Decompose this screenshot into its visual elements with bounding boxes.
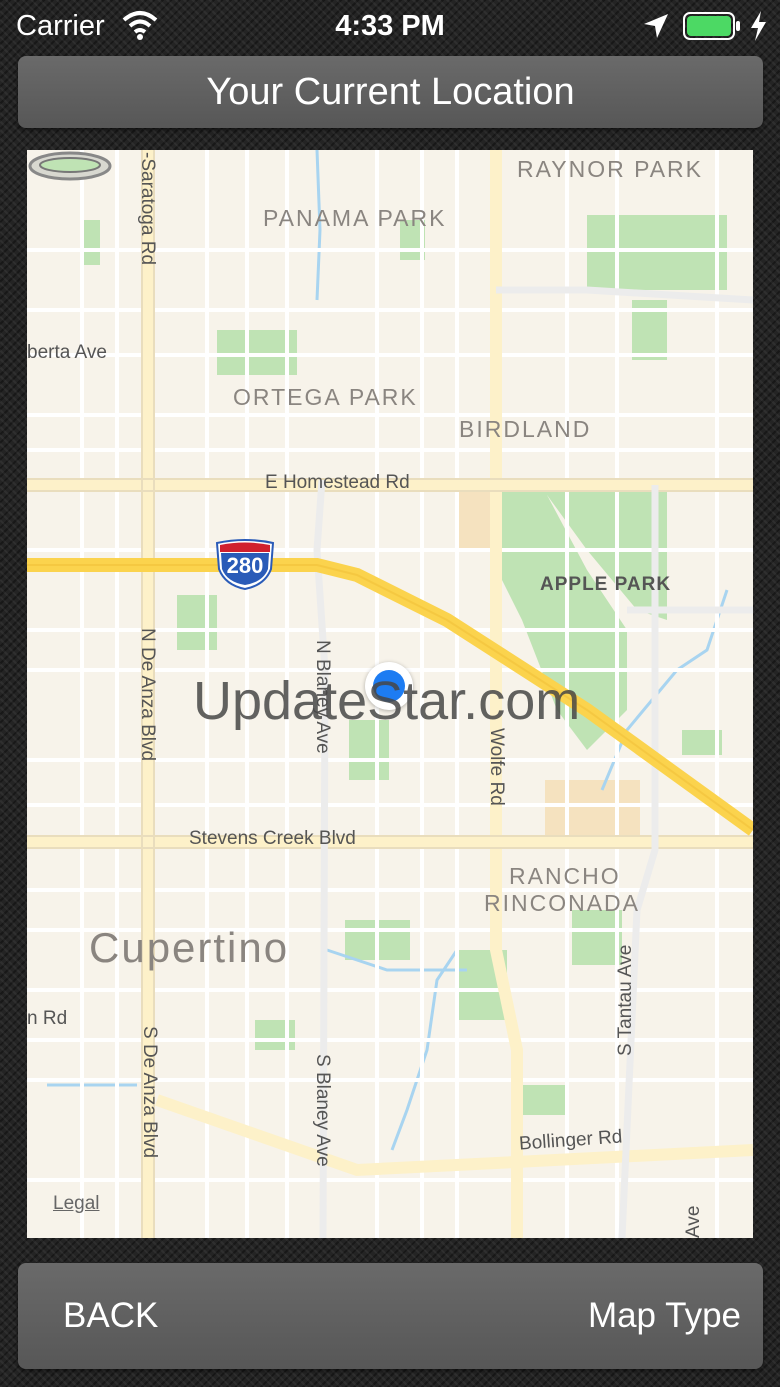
- page-title: Your Current Location: [18, 56, 763, 128]
- street-label-n-de-anza: N De Anza Blvd: [137, 628, 158, 762]
- map-type-button[interactable]: Map Type: [588, 1263, 741, 1369]
- location-arrow-icon: [644, 14, 668, 38]
- city-label-cupertino: Cupertino: [89, 924, 290, 971]
- map-view[interactable]: RAYNOR PARK PANAMA PARK ORTEGA PARK BIRD…: [27, 150, 753, 1238]
- area-label-raynor-park: RAYNOR PARK: [517, 156, 704, 182]
- area-label-rinconada: RINCONADA: [484, 890, 641, 916]
- back-button[interactable]: BACK: [63, 1263, 158, 1369]
- area-label-birdland: BIRDLAND: [459, 416, 592, 442]
- street-label-tantau: S Tantau Ave: [615, 944, 636, 1056]
- battery-icon: [683, 12, 740, 40]
- area-label-panama-park: PANAMA PARK: [263, 205, 447, 231]
- street-label-s-de-anza: S De Anza Blvd: [139, 1026, 160, 1159]
- area-label-ortega-park: ORTEGA PARK: [233, 384, 418, 410]
- legal-link[interactable]: Legal: [53, 1193, 100, 1215]
- street-label-s-blaney: S Blaney Ave: [312, 1054, 333, 1167]
- interstate-280-shield: 280: [213, 539, 277, 591]
- street-label-stevens-creek: Stevens Creek Blvd: [189, 828, 356, 849]
- area-label-rancho: RANCHO: [509, 863, 621, 889]
- apple-park-icon: [28, 151, 112, 181]
- charging-bolt-icon: [751, 11, 766, 41]
- watermark-text: UpdateStar.com: [193, 671, 581, 731]
- street-label-alberta: berta Ave: [27, 342, 107, 363]
- street-label-wolfe: Wolfe Rd: [486, 728, 507, 806]
- poi-label-apple-park: APPLE PARK: [540, 574, 672, 595]
- street-label-saratoga: -Saratoga Rd: [137, 152, 158, 266]
- highway-shield-number: 280: [226, 553, 264, 578]
- street-label-ave-bottom: Ave: [683, 1205, 704, 1238]
- street-label-homestead: E Homestead Rd: [265, 472, 410, 493]
- street-label-rd-left: n Rd: [27, 1008, 68, 1029]
- bottom-toolbar: BACK Map Type: [18, 1263, 763, 1369]
- status-bar: Carrier 4:33 PM: [0, 0, 780, 54]
